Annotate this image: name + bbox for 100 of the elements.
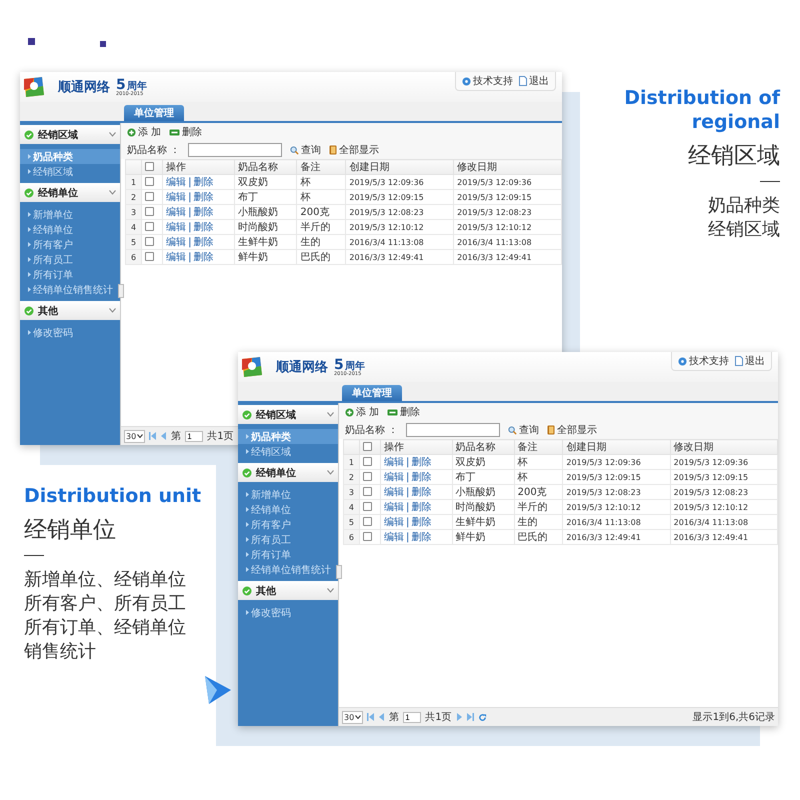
delete-link[interactable]: 删除 [411,472,432,483]
edit-link[interactable]: 编辑 [166,222,186,233]
page-input[interactable]: 1 [185,430,204,442]
checkbox[interactable] [145,177,154,186]
table-cell: 2019/5/3 12:10:12 [562,500,670,514]
page-input[interactable]: 1 [403,712,422,722]
delete-link[interactable]: 删除 [194,252,214,263]
checkbox[interactable] [362,502,372,512]
edit-link[interactable]: 编辑 [166,177,186,188]
toolbar-button[interactable]: 删除 [169,125,202,139]
first-page-icon[interactable] [367,713,374,721]
checkbox[interactable] [145,237,154,246]
delete-link[interactable]: 删除 [194,177,214,188]
table-cell: 2019/5/3 12:09:15 [562,470,670,484]
next-page-icon[interactable] [456,713,463,721]
delete-link[interactable]: 删除 [194,222,214,233]
splitter-handle[interactable] [336,564,342,578]
delete-link[interactable]: 删除 [194,192,214,203]
splitter-handle[interactable] [118,284,124,298]
edit-link[interactable]: 编辑 [166,252,186,263]
caption-line: 奶品种类 [708,194,780,218]
separator: | [406,517,410,528]
table-cell: 2016/3/4 11:13:08 [346,234,454,250]
tab[interactable]: 单位管理 [342,385,402,401]
last-page-icon[interactable] [466,713,474,721]
delete-link[interactable]: 删除 [411,487,432,498]
edit-link[interactable]: 编辑 [384,532,404,543]
table-cell: 布丁 [234,190,297,204]
sidebar-group-header[interactable]: 其他 [238,581,338,600]
edit-link[interactable]: 编辑 [166,192,186,203]
checkbox[interactable] [362,472,372,482]
help-icon [678,356,687,366]
edit-link[interactable]: 编辑 [384,472,404,483]
sidebar-group-header[interactable]: 经销单位 [238,463,338,482]
header-link[interactable]: 退出 [735,354,765,368]
edit-link[interactable]: 编辑 [384,457,404,468]
row-number: 4 [344,500,360,514]
toolbar-button[interactable]: 查询 [290,143,322,157]
search-field[interactable] [188,143,282,157]
chevron-icon [109,190,116,195]
checkbox[interactable] [145,252,154,262]
delete-link[interactable]: 删除 [411,502,432,513]
table-cell: 200克 [514,484,563,500]
arrow-icon [246,492,249,497]
toolbar-button[interactable]: 添 加 [345,405,380,419]
row-number: 3 [344,484,360,500]
page-size-select[interactable]: 30 [124,430,146,442]
toolbar-button[interactable]: 全部显示 [329,143,380,157]
delete-link[interactable]: 删除 [411,517,432,528]
delete-link[interactable]: 删除 [194,207,214,218]
toolbar-button[interactable]: 添 加 [127,125,162,139]
triangle-icon [203,674,233,706]
search-label: 奶品名称 ： [127,144,180,157]
first-page-icon[interactable] [149,432,156,440]
checkbox[interactable] [145,162,154,172]
checkbox[interactable] [362,517,372,526]
previous-page-icon[interactable] [160,432,168,440]
table-cell: 2016/3/3 12:49:41 [346,250,454,264]
checkbox[interactable] [145,192,154,202]
page-label: 第 [171,430,182,443]
separator: | [188,222,192,233]
checkbox[interactable] [145,222,154,232]
delete-link[interactable]: 删除 [194,237,214,248]
checkbox[interactable] [362,457,372,466]
anniversary-number: 5 [334,358,344,372]
sidebar-group-header[interactable]: 经销区域 [20,125,120,144]
sidebar-group-header[interactable]: 经销单位 [20,183,120,202]
checkbox[interactable] [145,207,154,216]
sidebar-group-header[interactable]: 其他 [20,301,120,320]
toolbar-button[interactable]: 全部显示 [547,423,598,437]
previous-page-icon[interactable] [378,713,386,721]
page-label: 第 [389,711,400,724]
table-cell: 布丁 [452,470,514,484]
row-number: 6 [344,530,360,544]
refresh-icon[interactable] [478,712,487,722]
sidebar-group-header[interactable]: 经销区域 [238,405,338,424]
header-link[interactable]: 技术支持 [462,74,513,88]
checkbox[interactable] [362,442,372,452]
edit-link[interactable]: 编辑 [166,237,186,248]
toolbar-button[interactable]: 删除 [387,405,420,419]
checkbox[interactable] [362,532,372,542]
search-field[interactable] [406,423,500,437]
table-cell: 双皮奶 [452,454,514,470]
header-link[interactable]: 退出 [519,74,549,88]
toolbar-button[interactable]: 查询 [508,423,540,437]
edit-link[interactable]: 编辑 [384,487,404,498]
tab[interactable]: 单位管理 [124,105,184,121]
edit-link[interactable]: 编辑 [384,517,404,528]
edit-link[interactable]: 编辑 [384,502,404,513]
delete-link[interactable]: 删除 [411,532,432,543]
column-header: 创建日期 [346,160,454,174]
header-link[interactable]: 技术支持 [678,354,729,368]
table-cell: 杯 [514,454,563,470]
separator: | [188,207,192,218]
check-circle-icon [24,188,34,198]
checkbox[interactable] [362,487,372,496]
delete-link[interactable]: 删除 [411,457,432,468]
arrow-icon [246,610,249,615]
page-size-select[interactable]: 30 [342,710,364,724]
edit-link[interactable]: 编辑 [166,207,186,218]
